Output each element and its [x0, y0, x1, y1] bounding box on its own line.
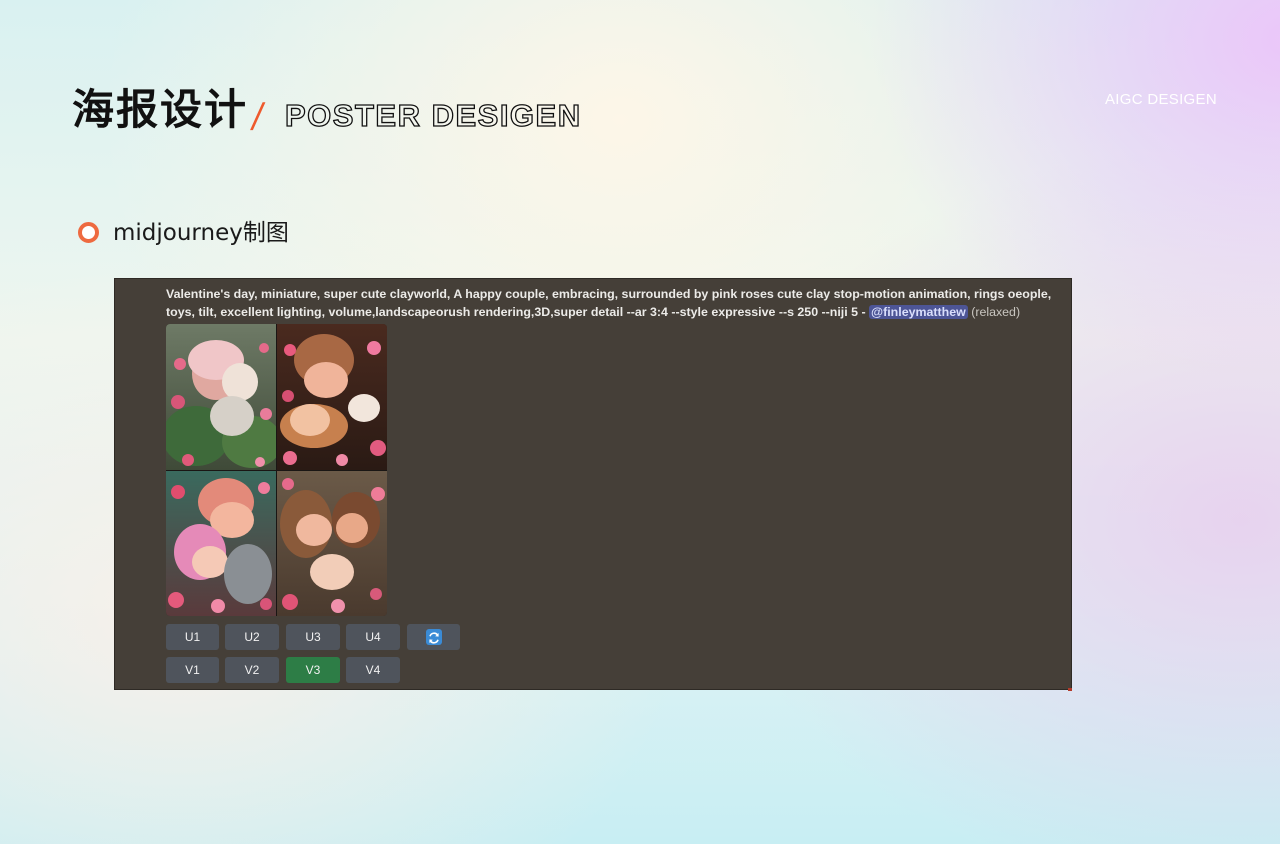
- image-quadrant-4: [277, 471, 387, 616]
- page-header-title-cn: 海报设计: [72, 85, 249, 134]
- image-quadrant-1: [166, 324, 282, 470]
- variation-button-2[interactable]: V2: [225, 657, 279, 683]
- bullet-ring-icon: [78, 222, 99, 243]
- page-header-separator: /: [249, 96, 267, 136]
- page-header-title-en: POSTER DESIGEN: [284, 97, 582, 133]
- upscale-button-3[interactable]: U3: [286, 624, 340, 650]
- variation-button-3[interactable]: V3: [286, 657, 340, 683]
- variation-button-4[interactable]: V4: [346, 657, 400, 683]
- section-title: midjourney制图: [113, 220, 289, 246]
- refresh-icon: [426, 629, 442, 645]
- discord-message-panel: Valentine's day, miniature, super cute c…: [114, 278, 1072, 691]
- upscale-button-2[interactable]: U2: [225, 624, 279, 650]
- user-mention[interactable]: @finleymatthew: [869, 305, 968, 319]
- page-header-right-label: AIGC DESIGEN: [1105, 91, 1217, 108]
- prompt-message: Valentine's day, miniature, super cute c…: [166, 285, 1061, 321]
- upscale-button-1[interactable]: U1: [166, 624, 219, 650]
- variation-button-1[interactable]: V1: [166, 657, 219, 683]
- generated-image-grid[interactable]: [166, 324, 387, 616]
- upscale-button-4[interactable]: U4: [346, 624, 400, 650]
- reroll-button[interactable]: [407, 624, 460, 650]
- image-quadrant-3: [166, 471, 276, 616]
- job-status: (relaxed): [971, 305, 1021, 319]
- image-quadrant-2: [277, 324, 387, 470]
